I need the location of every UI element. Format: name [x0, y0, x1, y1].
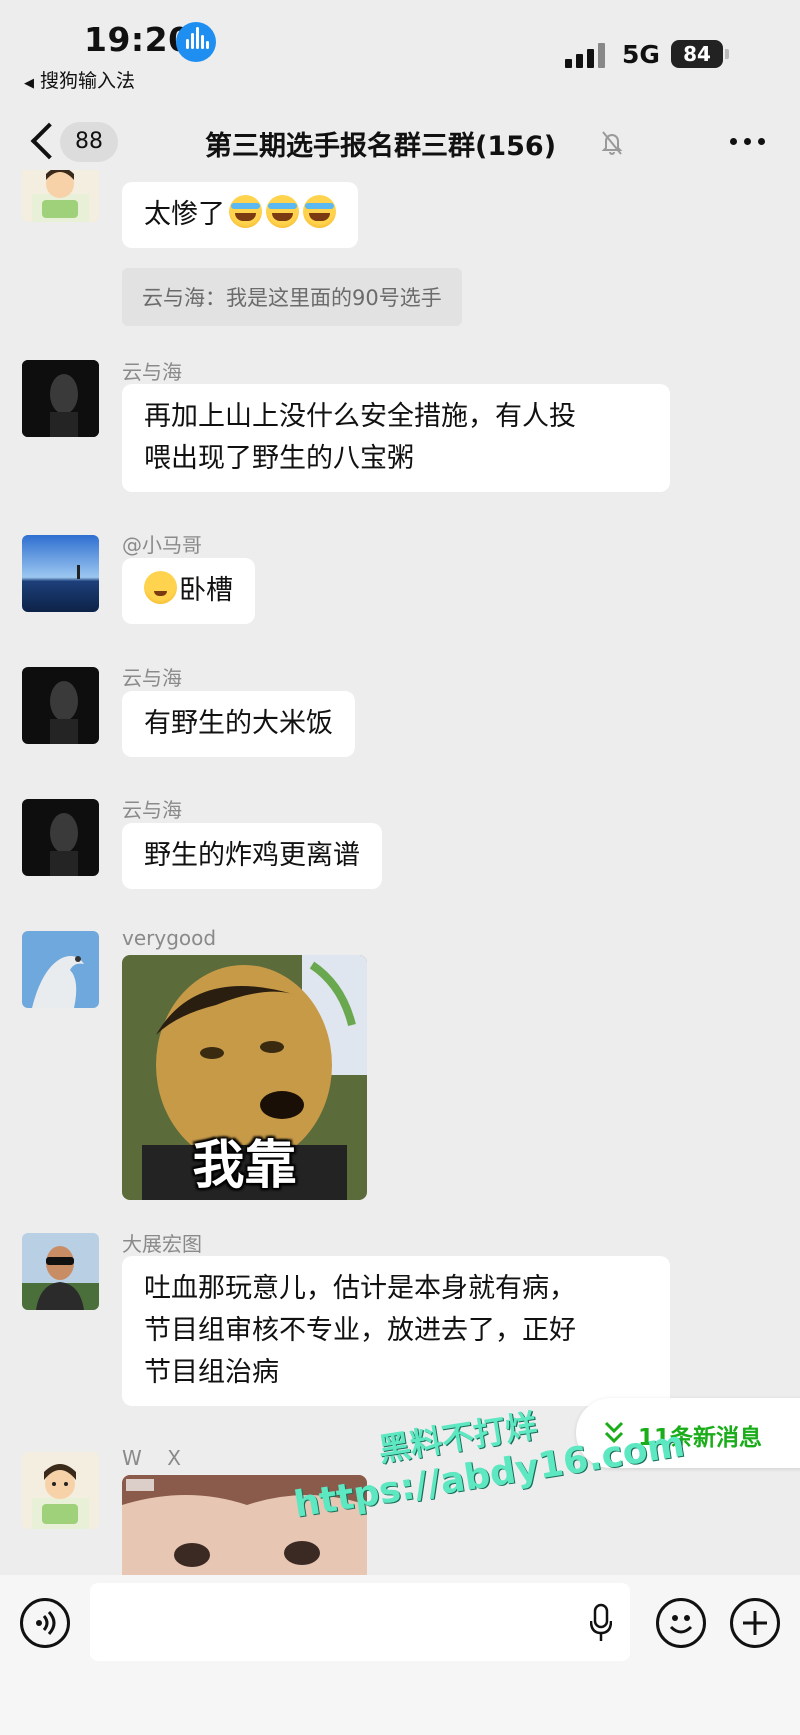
- avatar[interactable]: [22, 799, 99, 876]
- sticker-image[interactable]: 我靠: [122, 955, 367, 1200]
- dark-portrait-avatar: [22, 360, 99, 437]
- dark-portrait-avatar: [22, 667, 99, 744]
- voice-waves-glyph: [36, 1610, 56, 1636]
- battery-level: 84: [683, 42, 711, 66]
- back-triangle-icon: ◀: [24, 76, 34, 91]
- plus-icon[interactable]: [730, 1598, 780, 1648]
- voice-input-icon[interactable]: [20, 1598, 70, 1648]
- status-bar: 19:20 ◀ 搜狗输入法 5G 84: [0, 0, 800, 100]
- message-line: 吐血那玩意儿，估计是本身就有病，: [144, 1273, 576, 1304]
- network-type: 5G: [622, 40, 660, 69]
- more-icon[interactable]: [730, 138, 766, 148]
- smile-emoji-icon: [144, 571, 177, 604]
- message-line: 喂出现了野生的八宝粥: [144, 443, 414, 474]
- plus-glyph: [743, 1611, 767, 1635]
- ocean-sky-avatar: [22, 535, 99, 612]
- quoted-message[interactable]: 云与海：我是这里面的90号选手: [122, 268, 462, 326]
- avatar[interactable]: [22, 1233, 99, 1310]
- back-app-label: 搜狗输入法: [40, 70, 136, 92]
- battery-tip: [725, 49, 729, 59]
- avatar[interactable]: [22, 360, 99, 437]
- avatar[interactable]: [22, 1452, 99, 1529]
- battery-icon: 84: [671, 40, 723, 68]
- message-input[interactable]: [90, 1583, 630, 1661]
- message-bubble[interactable]: 再加上山上没什么安全措施，有人投 喂出现了野生的八宝粥: [122, 384, 670, 492]
- cry-laugh-emoji-icon: [303, 195, 336, 228]
- sender-name: 云与海: [122, 360, 182, 384]
- chat-area[interactable]: 太惨了 云与海：我是这里面的90号选手 云与海 再加上山上没什么安全措施，有人投…: [0, 170, 800, 1575]
- sender-name: 云与海: [122, 798, 182, 822]
- chat-title[interactable]: 第三期选手报名群三群(156): [205, 124, 556, 163]
- message-text: 太惨了: [144, 199, 225, 230]
- message-bubble[interactable]: 吐血那玩意儿，估计是本身就有病， 节目组审核不专业，放进去了，正好 节目组治病: [122, 1256, 670, 1406]
- signal-icon: [565, 42, 609, 68]
- unread-count-badge[interactable]: 88: [60, 122, 118, 162]
- message-line: 节目组审核不专业，放进去了，正好: [144, 1315, 576, 1346]
- sender-name: @小马哥: [122, 533, 202, 557]
- message-line: 节目组治病: [144, 1357, 279, 1388]
- smiley-glyph: [669, 1615, 693, 1634]
- avatar[interactable]: [22, 667, 99, 744]
- back-to-app-link[interactable]: ◀ 搜狗输入法: [24, 66, 135, 93]
- avatar[interactable]: [22, 170, 99, 222]
- voice-wave-icon: [176, 22, 216, 62]
- cartoon-boy-avatar: [22, 1452, 99, 1529]
- man-sunglasses-avatar: [22, 1233, 99, 1310]
- sender-name: verygood: [122, 926, 217, 950]
- dragon-sculpture-avatar: [22, 931, 99, 1008]
- microphone-icon[interactable]: [590, 1603, 612, 1643]
- message-text: 卧槽: [179, 575, 233, 606]
- message-bubble[interactable]: 有野生的大米饭: [122, 691, 355, 757]
- sticker-caption: 我靠: [192, 1136, 297, 1196]
- sender-name: 大展宏图: [122, 1232, 202, 1256]
- sender-name: 云与海: [122, 666, 182, 690]
- avatar[interactable]: [22, 931, 99, 1008]
- cry-laugh-emoji-icon: [266, 195, 299, 228]
- emoji-icon[interactable]: [656, 1598, 706, 1648]
- message-bubble[interactable]: 野生的炸鸡更离谱: [122, 823, 382, 889]
- sender-name: W X: [122, 1446, 181, 1470]
- message-text: 野生的炸鸡更离谱: [144, 840, 360, 871]
- cry-laugh-emoji-icon: [229, 195, 262, 228]
- mute-bell-icon: [601, 131, 623, 155]
- dark-portrait-avatar: [22, 799, 99, 876]
- message-bubble[interactable]: 太惨了: [122, 182, 358, 248]
- message-text: 有野生的大米饭: [144, 708, 333, 739]
- avatar[interactable]: [22, 535, 99, 612]
- cartoon-boy-avatar: [32, 170, 89, 222]
- message-line: 再加上山上没什么安全措施，有人投: [144, 401, 576, 432]
- message-bubble[interactable]: 卧槽: [122, 558, 255, 624]
- back-chevron-icon[interactable]: [26, 118, 54, 164]
